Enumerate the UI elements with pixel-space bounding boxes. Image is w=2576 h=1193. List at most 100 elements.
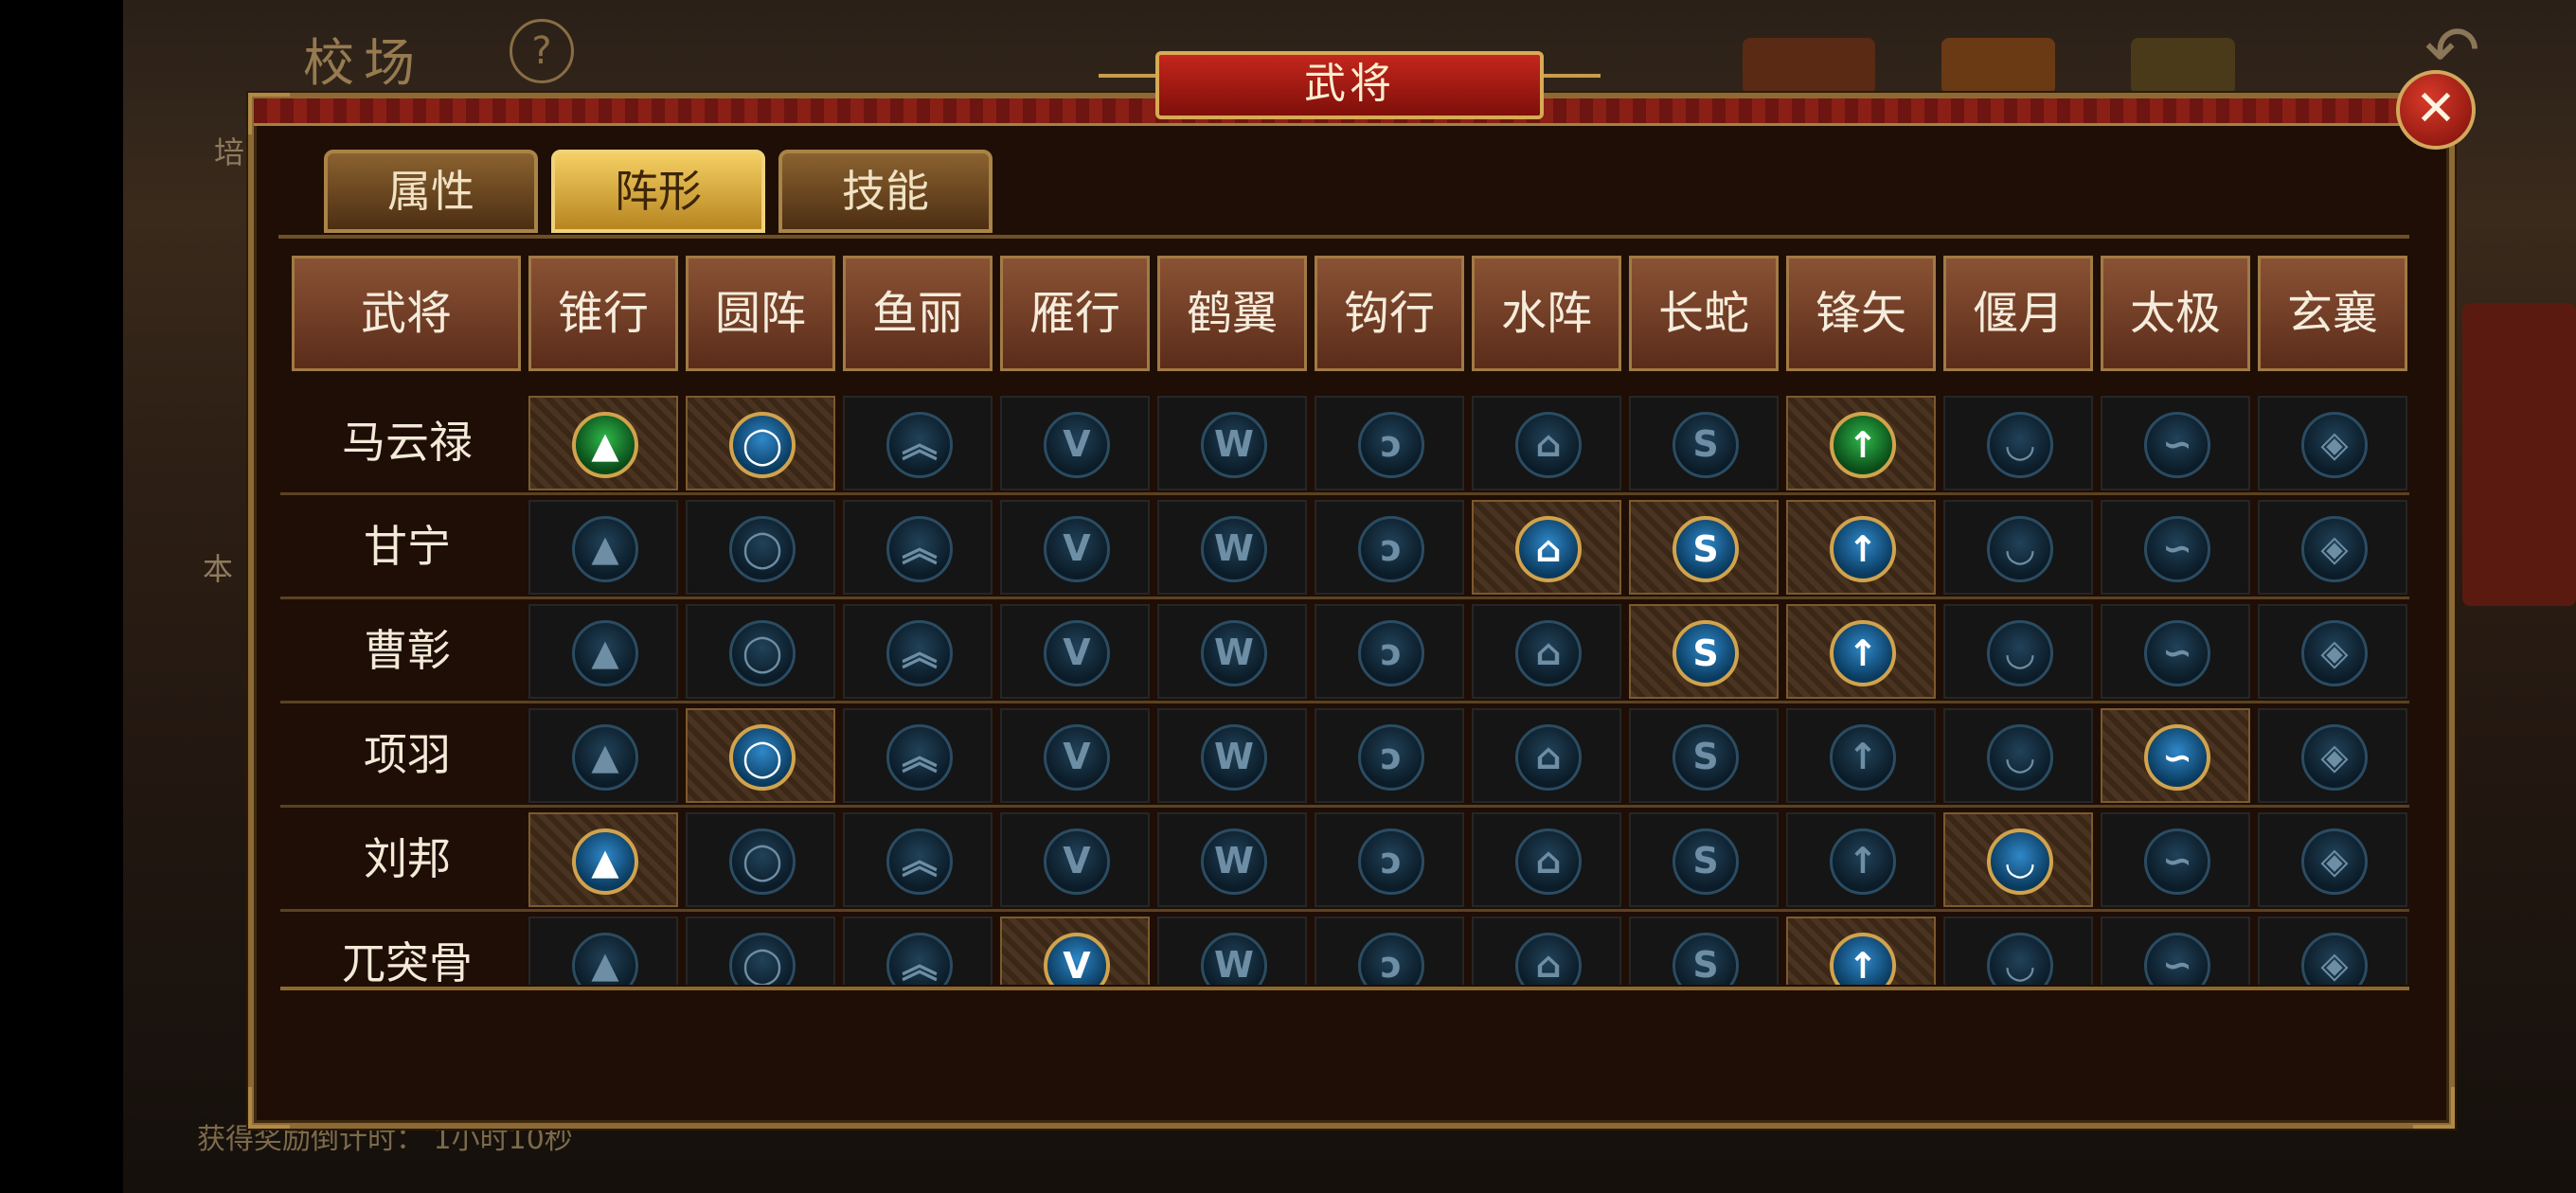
general-name[interactable]: 兀突骨 (294, 911, 521, 985)
formation-cell[interactable]: ↄ (1315, 604, 1464, 699)
formation-table[interactable]: 马云禄 ▲ ◯ ︽ V Wↄ ⌂ S ↑ ◡ ∽ ◈ 甘宁 ▲ ◯ ︽ V Wↄ ⌂ S ↑ ◡ ∽ ◈ 曹彰 ▲ ◯ ︽ V Wↄ ⌂ S ↑… (280, 383, 2409, 985)
hook-icon: ↄ (1358, 412, 1424, 478)
formation-cell[interactable]: V (1000, 396, 1150, 490)
formation-cell[interactable]: ▲ (528, 604, 678, 699)
column-header-formation: 圆阵 (686, 256, 835, 371)
formation-cell[interactable]: ◡ (1943, 917, 2093, 985)
formation-cell[interactable]: ↄ (1315, 500, 1464, 595)
taiji-icon: ∽ (2144, 828, 2210, 895)
formation-cell[interactable]: ︽ (843, 396, 993, 490)
formation-cell[interactable]: ↑ (1786, 396, 1936, 490)
formation-cell[interactable]: ︽ (843, 708, 993, 803)
formation-cell[interactable]: ▲ (528, 812, 678, 907)
formation-cell[interactable]: ∽ (2101, 604, 2250, 699)
house-icon: ⌂ (1515, 724, 1582, 791)
general-name[interactable]: 刘邦 (294, 807, 521, 911)
crescent-icon: ◡ (1987, 620, 2053, 686)
formation-cell[interactable]: ↑ (1786, 604, 1936, 699)
formation-cell[interactable]: V (1000, 708, 1150, 803)
formation-cell[interactable]: ⌂ (1472, 812, 1621, 907)
formation-cell[interactable]: ▲ (528, 708, 678, 803)
formation-cell[interactable]: ↑ (1786, 917, 1936, 985)
formation-cell[interactable]: W (1157, 604, 1307, 699)
formation-cell[interactable]: W (1157, 708, 1307, 803)
formation-cell[interactable]: ↑ (1786, 708, 1936, 803)
formation-cell[interactable]: S (1629, 396, 1779, 490)
formation-cell[interactable]: ⌂ (1472, 708, 1621, 803)
formation-cell[interactable]: ◈ (2258, 500, 2407, 595)
formation-cell[interactable]: ↑ (1786, 500, 1936, 595)
formation-cell[interactable]: ◈ (2258, 604, 2407, 699)
formation-cell[interactable]: ▲ (528, 396, 678, 490)
formation-cell[interactable]: ◡ (1943, 604, 2093, 699)
close-icon[interactable]: ✕ (2396, 70, 2476, 150)
formation-cell[interactable]: ◡ (1943, 708, 2093, 803)
formation-cell[interactable]: ◯ (686, 917, 835, 985)
diamond-icon: ◈ (2301, 620, 2368, 686)
tab-2[interactable]: 技能 (778, 150, 993, 233)
double-chevron-icon: ︽ (886, 724, 953, 791)
general-name[interactable]: 马云禄 (294, 390, 521, 494)
formation-cell[interactable]: W (1157, 396, 1307, 490)
formation-cell[interactable]: ︽ (843, 500, 993, 595)
formation-cell[interactable]: ◯ (686, 604, 835, 699)
general-name[interactable]: 曹彰 (294, 598, 521, 703)
formation-cell[interactable]: V (1000, 500, 1150, 595)
formation-cell[interactable]: ◯ (686, 708, 835, 803)
formation-cell[interactable]: ↄ (1315, 917, 1464, 985)
formation-cell[interactable]: ↑ (1786, 812, 1936, 907)
ring-icon: ◯ (729, 828, 796, 895)
house-icon: ⌂ (1515, 620, 1582, 686)
formation-cell[interactable]: ∽ (2101, 917, 2250, 985)
formation-cell[interactable]: ◡ (1943, 812, 2093, 907)
arrow-up-icon: ▲ (572, 724, 638, 791)
formation-cell[interactable]: ⌂ (1472, 917, 1621, 985)
formation-cell[interactable]: ◈ (2258, 708, 2407, 803)
arrow-icon: ↑ (1830, 516, 1896, 582)
formation-cell[interactable]: S (1629, 708, 1779, 803)
formation-cell[interactable]: S (1629, 604, 1779, 699)
formation-cell[interactable]: S (1629, 500, 1779, 595)
formation-cell[interactable]: ∽ (2101, 396, 2250, 490)
formation-cell[interactable]: ▲ (528, 500, 678, 595)
formation-cell[interactable]: ↄ (1315, 396, 1464, 490)
general-name[interactable]: 项羽 (294, 703, 521, 807)
formation-cell[interactable]: ◡ (1943, 500, 2093, 595)
formation-cell[interactable]: W (1157, 812, 1307, 907)
formation-cell[interactable]: S (1629, 812, 1779, 907)
formation-cell[interactable]: ↄ (1315, 708, 1464, 803)
formation-cell[interactable]: V (1000, 812, 1150, 907)
tab-1[interactable]: 阵形 (551, 150, 765, 233)
formation-cell[interactable]: ︽ (843, 812, 993, 907)
formation-cell[interactable]: ◯ (686, 500, 835, 595)
formation-cell[interactable]: W (1157, 500, 1307, 595)
formation-cell[interactable]: ⌂ (1472, 604, 1621, 699)
column-header-formation: 鱼丽 (843, 256, 993, 371)
hook-icon: ↄ (1358, 724, 1424, 791)
tab-0[interactable]: 属性 (324, 150, 538, 233)
formation-cell[interactable]: ◈ (2258, 396, 2407, 490)
formation-cell[interactable]: ︽ (843, 917, 993, 985)
general-name[interactable]: 甘宁 (294, 494, 521, 598)
formation-cell[interactable]: W (1157, 917, 1307, 985)
formation-cell[interactable]: ◈ (2258, 917, 2407, 985)
s-icon: S (1673, 412, 1739, 478)
formation-cell[interactable]: ︽ (843, 604, 993, 699)
formation-cell[interactable]: ∽ (2101, 812, 2250, 907)
formation-cell[interactable]: ◯ (686, 812, 835, 907)
formation-cell[interactable]: V (1000, 917, 1150, 985)
formation-cell[interactable]: ∽ (2101, 708, 2250, 803)
formation-cell[interactable]: S (1629, 917, 1779, 985)
formation-cell[interactable]: ⌂ (1472, 500, 1621, 595)
formation-cell[interactable]: ⌂ (1472, 396, 1621, 490)
background-label: 培 (214, 134, 245, 170)
formation-cell[interactable]: ◈ (2258, 812, 2407, 907)
formation-cell[interactable]: ↄ (1315, 812, 1464, 907)
formation-cell[interactable]: V (1000, 604, 1150, 699)
formation-cell[interactable]: ▲ (528, 917, 678, 985)
formation-cell[interactable]: ◯ (686, 396, 835, 490)
formation-cell[interactable]: ◡ (1943, 396, 2093, 490)
formation-cell[interactable]: ∽ (2101, 500, 2250, 595)
arrow-up-icon: ▲ (572, 620, 638, 686)
help-icon[interactable]: ? (510, 19, 574, 83)
